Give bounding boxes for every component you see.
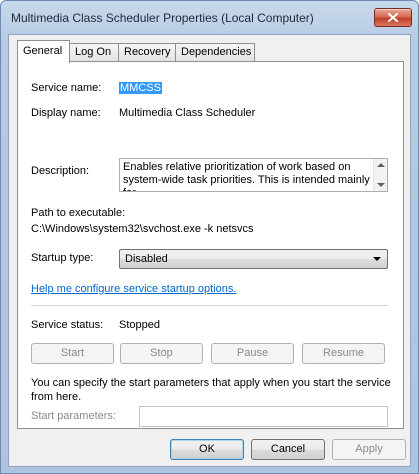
ok-button[interactable]: OK [170, 439, 244, 460]
display-name-value: Multimedia Class Scheduler [119, 107, 256, 119]
tab-label: Recovery [124, 46, 171, 58]
startup-type-value: Disabled [125, 253, 168, 265]
tab-label: General [23, 45, 63, 57]
apply-button[interactable]: Apply [332, 439, 406, 460]
stop-button[interactable]: Stop [120, 343, 203, 364]
start-params-input[interactable] [139, 406, 388, 427]
path-value: C:\Windows\system32\svchost.exe -k netsv… [31, 223, 254, 235]
cancel-button[interactable]: Cancel [251, 439, 325, 460]
title-bar[interactable]: Multimedia Class Scheduler Properties (L… [1, 1, 418, 35]
start-button[interactable]: Start [31, 343, 114, 364]
general-tab-panel: Service name: MMCSS Display name: Multim… [17, 61, 404, 429]
service-status-label: Service status: [31, 319, 104, 331]
help-configure-link[interactable]: Help me configure service startup option… [31, 283, 236, 295]
description-text: Enables relative prioritization of work … [123, 161, 370, 191]
path-label: Path to executable: [31, 207, 126, 219]
description-scrollbar[interactable] [373, 159, 387, 191]
chevron-down-icon [373, 257, 381, 261]
tab-dependencies[interactable]: Dependencies [175, 43, 255, 61]
service-status-value: Stopped [119, 319, 160, 331]
divider [31, 305, 388, 306]
dialog-client-area: General Log On Recovery Dependencies Ser… [8, 34, 411, 467]
display-name-label: Display name: [31, 107, 101, 119]
tab-general[interactable]: General [17, 40, 70, 63]
pause-button[interactable]: Pause [211, 343, 294, 364]
service-name-label: Service name: [31, 82, 102, 94]
close-icon [388, 13, 398, 22]
startup-type-label: Startup type: [31, 252, 94, 264]
close-button[interactable] [374, 8, 412, 27]
tab-label: Dependencies [181, 46, 252, 58]
resume-button[interactable]: Resume [302, 343, 385, 364]
service-name-text: MMCSS [119, 82, 162, 94]
tab-log-on[interactable]: Log On [69, 43, 119, 61]
tab-label: Log On [75, 46, 112, 58]
tab-recovery[interactable]: Recovery [118, 43, 176, 61]
properties-window: Multimedia Class Scheduler Properties (L… [0, 0, 419, 474]
description-textbox[interactable]: Enables relative prioritization of work … [119, 158, 388, 192]
scroll-down-icon[interactable] [377, 183, 385, 187]
description-label: Description: [31, 165, 90, 177]
startup-type-dropdown[interactable]: Disabled [119, 249, 388, 269]
window-title: Multimedia Class Scheduler Properties (L… [11, 11, 314, 25]
start-params-label: Start parameters: [31, 410, 116, 422]
start-params-note: You can specify the start parameters tha… [31, 377, 391, 403]
service-name-value[interactable]: MMCSS [119, 82, 162, 94]
scroll-up-icon[interactable] [377, 163, 385, 167]
